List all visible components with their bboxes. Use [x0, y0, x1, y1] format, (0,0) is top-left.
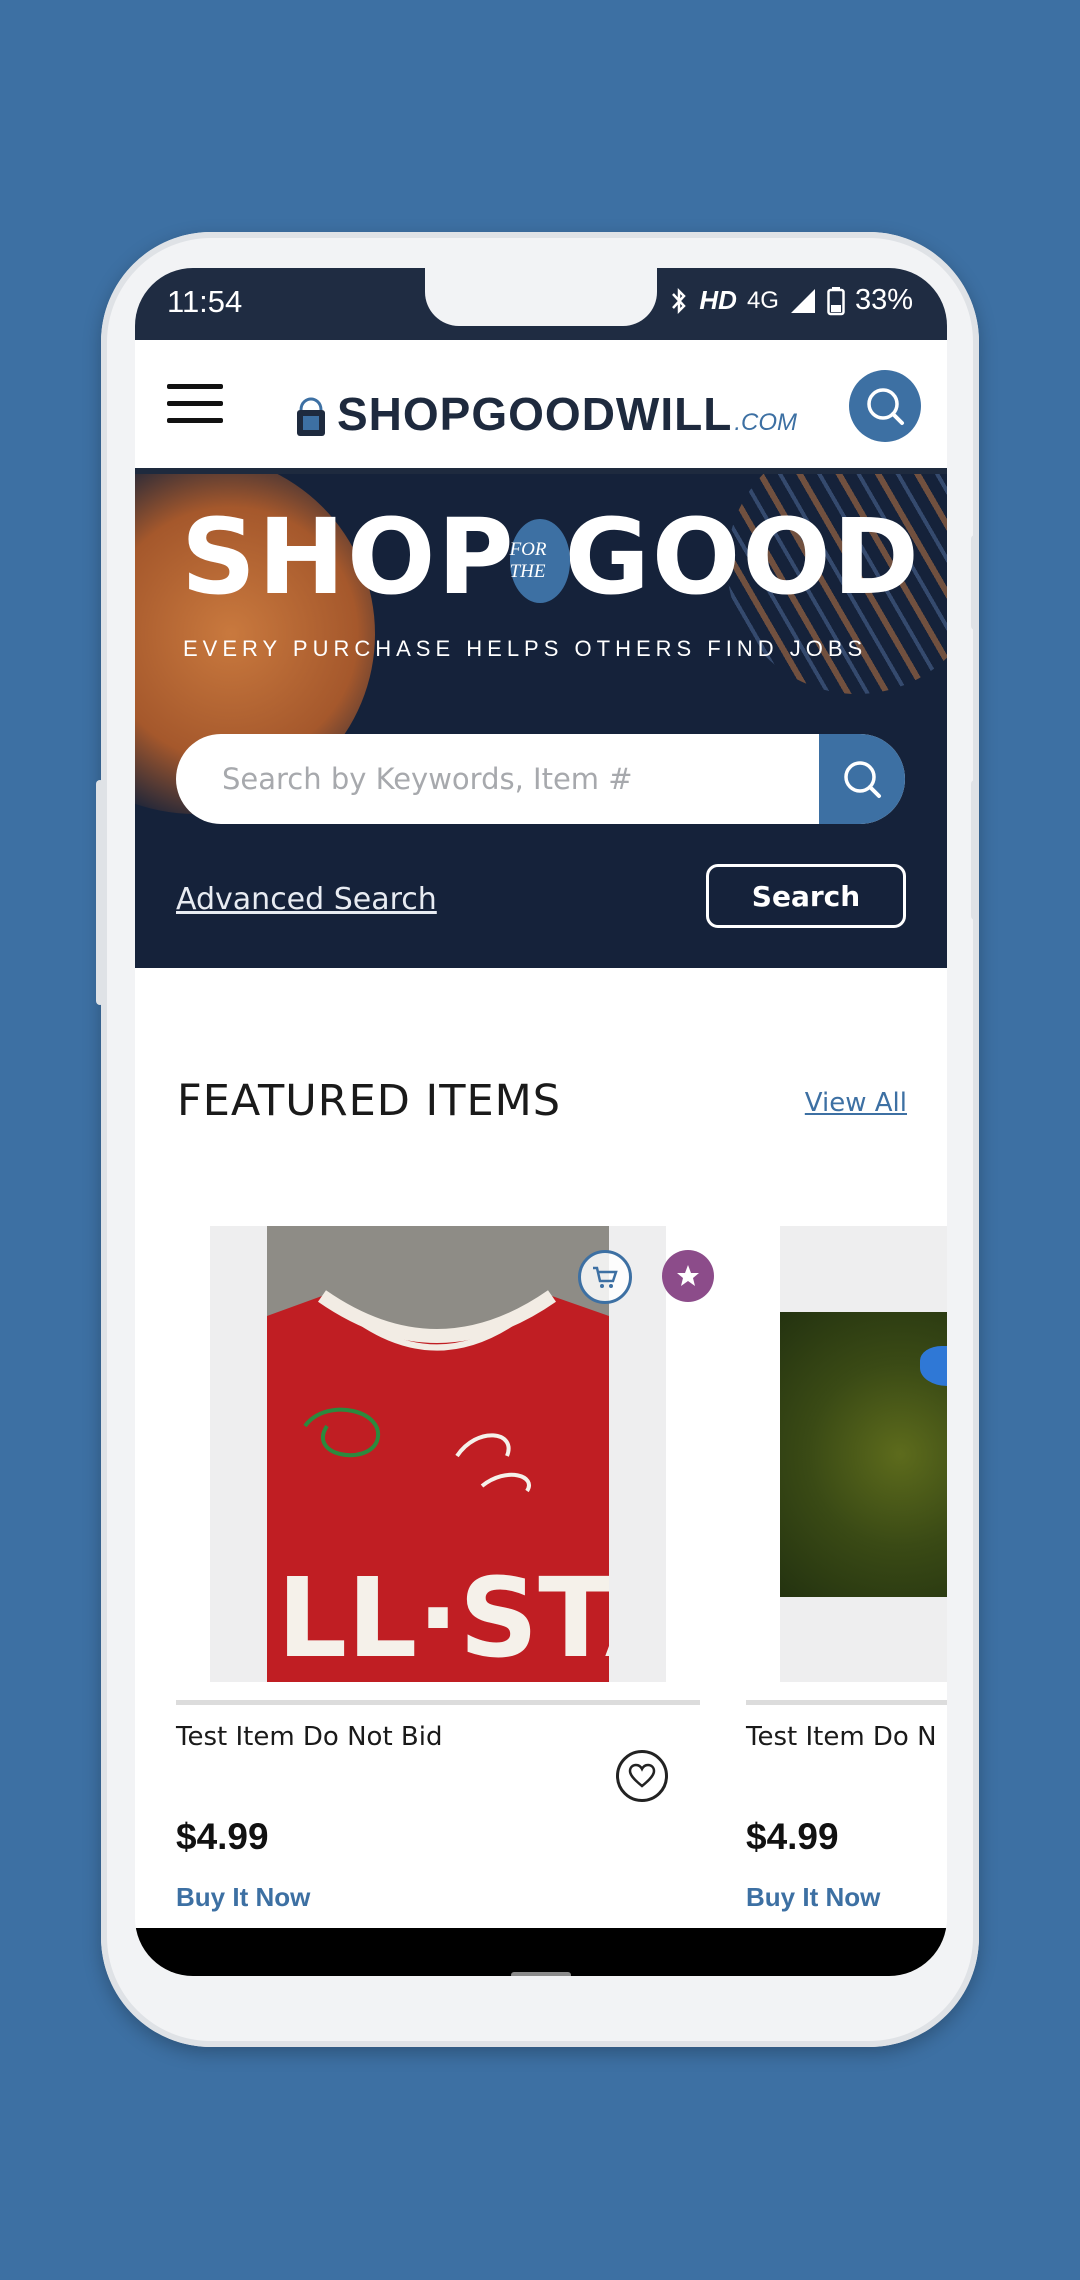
jersey-illustration: LL·STA: [267, 1226, 609, 1682]
product-title[interactable]: Test Item Do Not Bid: [176, 1722, 443, 1752]
search-icon: [867, 388, 904, 425]
header-search-button[interactable]: [849, 370, 921, 442]
bluetooth-icon: [672, 287, 687, 314]
product-image[interactable]: [780, 1226, 947, 1682]
search-icon: [844, 761, 881, 798]
hero-title-badge: FOR THE: [509, 519, 571, 603]
card-divider: [176, 1700, 700, 1705]
favorite-button[interactable]: [616, 1750, 668, 1802]
signal-icon: [790, 288, 815, 313]
add-to-cart-button[interactable]: [578, 1250, 632, 1304]
hero-subtitle: EVERY PURCHASE HELPS OTHERS FIND JOBS: [183, 636, 868, 661]
phone-power-button: [971, 535, 979, 630]
featured-star-badge: [662, 1250, 714, 1302]
logo-wordmark: SHOPGOODWILL: [337, 388, 733, 440]
hero-title-shop: SHOP: [181, 496, 516, 618]
card-divider: [746, 1700, 947, 1705]
hero-title-good: GOOD: [564, 496, 921, 618]
search-input[interactable]: [176, 734, 816, 824]
advanced-search-link[interactable]: Advanced Search: [176, 882, 437, 917]
jersey-photo: LL·STA: [267, 1226, 609, 1682]
status-indicators: HD 4G 33%: [669, 284, 913, 317]
buy-it-now-label[interactable]: Buy It Now: [176, 1882, 310, 1913]
camera-notch: [425, 268, 657, 326]
search-submit-button[interactable]: [819, 734, 905, 824]
product-title[interactable]: Test Item Do N: [746, 1722, 937, 1752]
shopping-bag-icon: [297, 397, 325, 436]
app-screen: 11:54 HD 4G 33% SHOPGOODWILL .COM SHOP F…: [135, 268, 947, 1976]
product-price: $4.99: [746, 1816, 839, 1857]
search-bar: [176, 734, 905, 824]
cart-icon: [593, 1266, 618, 1288]
battery-percent: 33%: [854, 284, 913, 316]
star-icon: [677, 1265, 699, 1286]
svg-text:LL·STA: LL·STA: [277, 1554, 609, 1682]
logo-suffix: .COM: [734, 409, 797, 436]
product-card[interactable]: Test Item Do N $4.99 Buy It Now: [746, 1226, 947, 1946]
hero-title: SHOP FOR THE GOOD: [181, 502, 921, 612]
app-header: SHOPGOODWILL .COM: [135, 340, 947, 474]
network-type: 4G: [746, 286, 779, 314]
home-gesture-pill[interactable]: [511, 1972, 571, 1976]
battery-icon: [827, 286, 845, 315]
buy-it-now-label[interactable]: Buy It Now: [746, 1882, 880, 1913]
heart-icon: [628, 1763, 656, 1788]
product-image[interactable]: LL·STA: [210, 1226, 714, 1682]
shopgoodwill-logo[interactable]: SHOPGOODWILL .COM: [293, 374, 797, 438]
view-all-link[interactable]: View All: [805, 1088, 907, 1118]
phone-side-button: [971, 780, 979, 920]
hero-banner: SHOP FOR THE GOOD EVERY PURCHASE HELPS O…: [135, 474, 947, 968]
product-price: $4.99: [176, 1816, 269, 1857]
featured-items-heading: FEATURED ITEMS: [177, 1076, 562, 1126]
hamburger-menu-icon[interactable]: [167, 384, 223, 424]
status-time: 11:54: [167, 284, 243, 319]
system-navigation-bar: [135, 1928, 947, 1976]
product-card[interactable]: LL·STA Test Item Do Not Bid: [176, 1226, 714, 1946]
phone-volume-button: [96, 780, 104, 1005]
hd-indicator: HD: [699, 285, 737, 315]
search-button[interactable]: Search: [706, 864, 906, 928]
